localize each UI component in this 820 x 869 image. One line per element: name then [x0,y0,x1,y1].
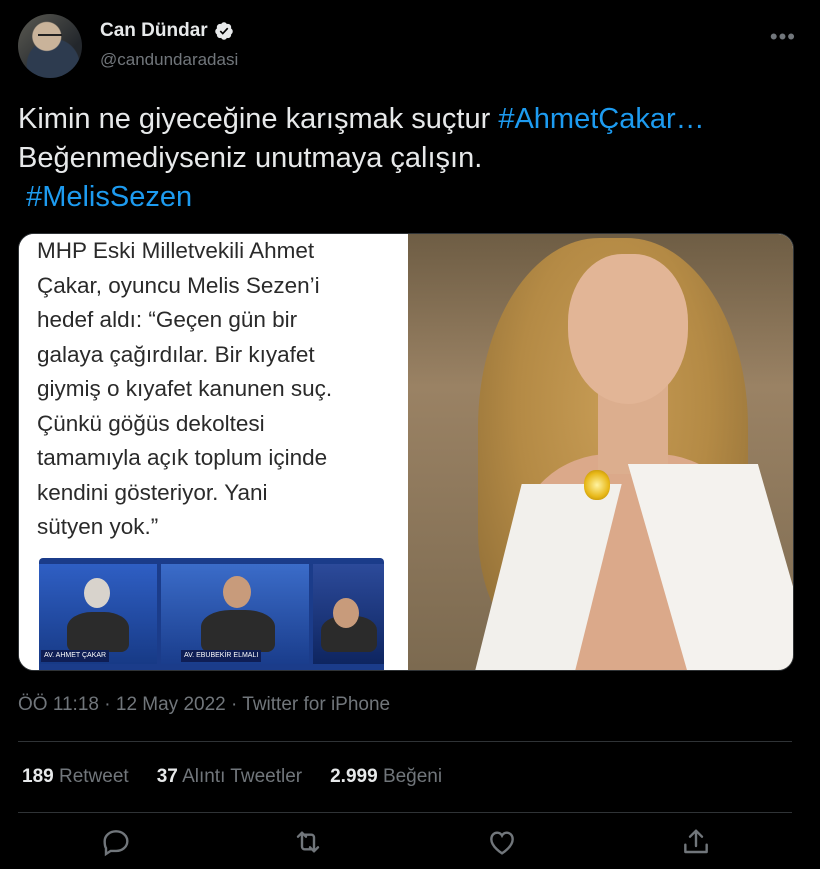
like-icon[interactable] [486,826,518,858]
tweet-header: Can Dündar @candundaradasi ••• [18,12,802,82]
meta-separator: · [225,694,243,715]
tv-screenshot: AV. AHMET ÇAKAR AV. EBUBEKİR ELMALI [39,558,384,670]
display-name[interactable]: Can Dündar [100,20,208,42]
quote-line: tamamıyla açık toplum içinde [37,445,328,470]
quote-line: galaya çağırdılar. Bir kıyafet [37,341,315,367]
tweet-media[interactable]: MHP Eski Milletvekili Ahmet Çakar, oyunc… [18,233,794,671]
retweet-icon[interactable] [292,826,324,858]
tweet-text: Kimin ne giyeceğine karışmak suçtur #Ahm… [18,100,802,217]
quote-line: kendini gösteriyor. Yani [37,479,268,505]
reply-icon[interactable] [100,826,132,858]
tweet-line-2: Beğenmediyseniz unutmaya çalışın. [18,142,483,174]
tweet-date[interactable]: 12 May 2022 [116,694,226,715]
share-icon[interactable] [680,826,712,858]
tv-label: AV. AHMET ÇAKAR [41,650,110,662]
tv-panel [313,564,384,664]
quote-line: sütyen yok.” [37,514,159,539]
quote-line: MHP Eski Milletvekili Ahmet [37,238,315,263]
quote-label: Alıntı Tweetler [182,766,303,787]
user-handle[interactable]: @candundaradasi [100,50,238,70]
meta-separator: · [98,694,116,715]
tweet-line-1: Kimin ne giyeceğine karışmak suçtur #Ahm… [18,100,802,139]
hashtag-link[interactable]: #AhmetÇakar… [498,103,704,135]
quote-line: giymiş o kıyafet kanunen suç. [37,376,333,401]
retweet-stat[interactable]: 189 Retweet [22,766,129,788]
name-row: Can Dündar [100,20,234,42]
retweet-count: 189 [22,766,54,787]
divider [18,741,792,742]
tv-panel: AV. AHMET ÇAKAR [39,564,157,664]
quote-count: 37 [156,766,178,787]
quote-line: hedef aldı: “Geçen gün bir [37,307,298,332]
quote-line: Çünkü göğüs dekoltesi [37,410,265,436]
media-image-right[interactable] [408,234,793,670]
quote-text: MHP Eski Milletvekili Ahmet Çakar, oyunc… [37,234,397,545]
tv-panel: AV. EBUBEKİR ELMALI [161,564,309,664]
tweet-line-3: #MelisSezen [18,178,802,217]
verified-badge-icon [214,22,233,40]
like-stat[interactable]: 2.999 Beğeni [330,766,442,788]
divider [18,812,792,813]
retweet-label: Retweet [58,766,129,787]
tweet-stats: 189 Retweet 37 Alıntı Tweetler 2.999 Beğ… [22,766,442,788]
tv-label: AV. EBUBEKİR ELMALI [181,650,262,662]
hashtag-link[interactable]: #MelisSezen [26,181,192,213]
more-options-icon[interactable]: ••• [770,24,796,50]
tweet-source[interactable]: Twitter for iPhone [242,694,390,715]
media-image-left[interactable]: MHP Eski Milletvekili Ahmet Çakar, oyunc… [19,234,406,670]
tweet-text-part: Kimin ne giyeceğine karışmak suçtur [18,103,499,135]
tweet-time[interactable]: ÖÖ 11:18 [18,694,99,715]
like-label: Beğeni [382,766,443,787]
action-bar [0,826,820,866]
avatar[interactable] [18,14,82,78]
like-count: 2.999 [330,766,378,787]
quote-line: Çakar, oyuncu Melis Sezen’i [37,272,320,298]
tweet-meta: ÖÖ 11:18 · 12 May 2022 · Twitter for iPh… [18,694,390,716]
quote-stat[interactable]: 37 Alıntı Tweetler [157,766,302,788]
